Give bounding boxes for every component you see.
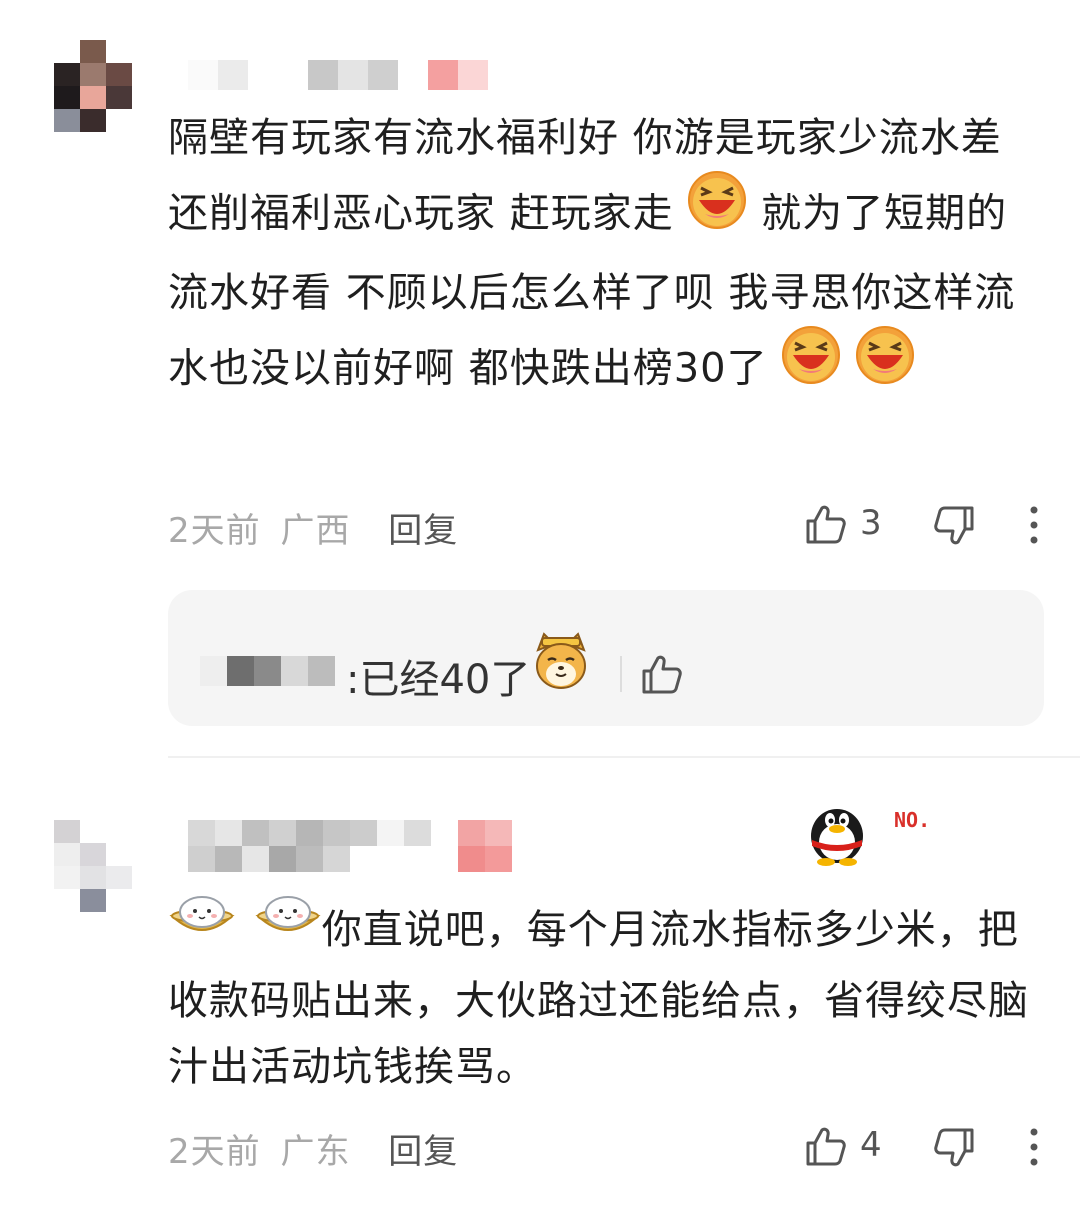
divider bbox=[620, 656, 622, 692]
reply-username[interactable] bbox=[200, 656, 336, 686]
like-count: 4 bbox=[860, 1125, 882, 1165]
thumbs-down-icon bbox=[934, 506, 974, 545]
rank-badge: NO. bbox=[894, 808, 931, 832]
comment-time: 2天前 bbox=[168, 511, 261, 551]
dislike-button[interactable] bbox=[932, 1126, 976, 1174]
reply-text: :已经40了 bbox=[346, 657, 531, 703]
comment-location: 广东 bbox=[280, 1132, 351, 1172]
avatar[interactable] bbox=[54, 820, 132, 912]
more-options-icon[interactable] bbox=[1028, 505, 1040, 545]
dislike-button[interactable] bbox=[932, 504, 976, 552]
steamed-bun-emoji-icon bbox=[168, 892, 236, 964]
thumbs-up-icon bbox=[642, 655, 682, 694]
comment-meta: 2天前 广东 回复 bbox=[168, 1124, 458, 1173]
steamed-bun-emoji-icon bbox=[254, 892, 322, 964]
reply-like-button[interactable] bbox=[640, 652, 684, 700]
avatar[interactable] bbox=[54, 40, 132, 132]
username[interactable] bbox=[188, 820, 512, 872]
like-count: 3 bbox=[860, 503, 882, 543]
username[interactable] bbox=[188, 60, 488, 90]
comment-location: 广西 bbox=[280, 511, 351, 551]
like-button[interactable] bbox=[804, 1124, 848, 1172]
laugh-emoji-icon bbox=[781, 325, 841, 408]
penguin-icon bbox=[802, 796, 872, 870]
dog-emoji-icon bbox=[532, 630, 590, 696]
more-options-icon[interactable] bbox=[1028, 1127, 1040, 1167]
comment-divider bbox=[168, 756, 1080, 758]
thumbs-up-icon bbox=[806, 1127, 846, 1166]
comment-body: 隔壁有玩家有流水福利好 你游是玩家少流水差 还削福利恶心玩家 赶玩家走 就为了短… bbox=[168, 102, 1048, 412]
thumbs-down-icon bbox=[934, 1128, 974, 1167]
comment-time: 2天前 bbox=[168, 1132, 261, 1172]
comment-meta: 2天前 广西 回复 bbox=[168, 503, 458, 552]
reply-button[interactable]: 回复 bbox=[388, 1132, 458, 1172]
reply-button[interactable]: 回复 bbox=[388, 511, 458, 551]
thumbs-up-icon bbox=[806, 505, 846, 544]
laugh-emoji-icon bbox=[855, 325, 915, 408]
laugh-emoji-icon bbox=[687, 170, 747, 253]
comment-body: 你直说吧，每个月流水指标多少米，把收款码贴出来，大伙路过还能给点，省得绞尽脑汁出… bbox=[168, 896, 1048, 1100]
like-button[interactable] bbox=[804, 502, 848, 550]
